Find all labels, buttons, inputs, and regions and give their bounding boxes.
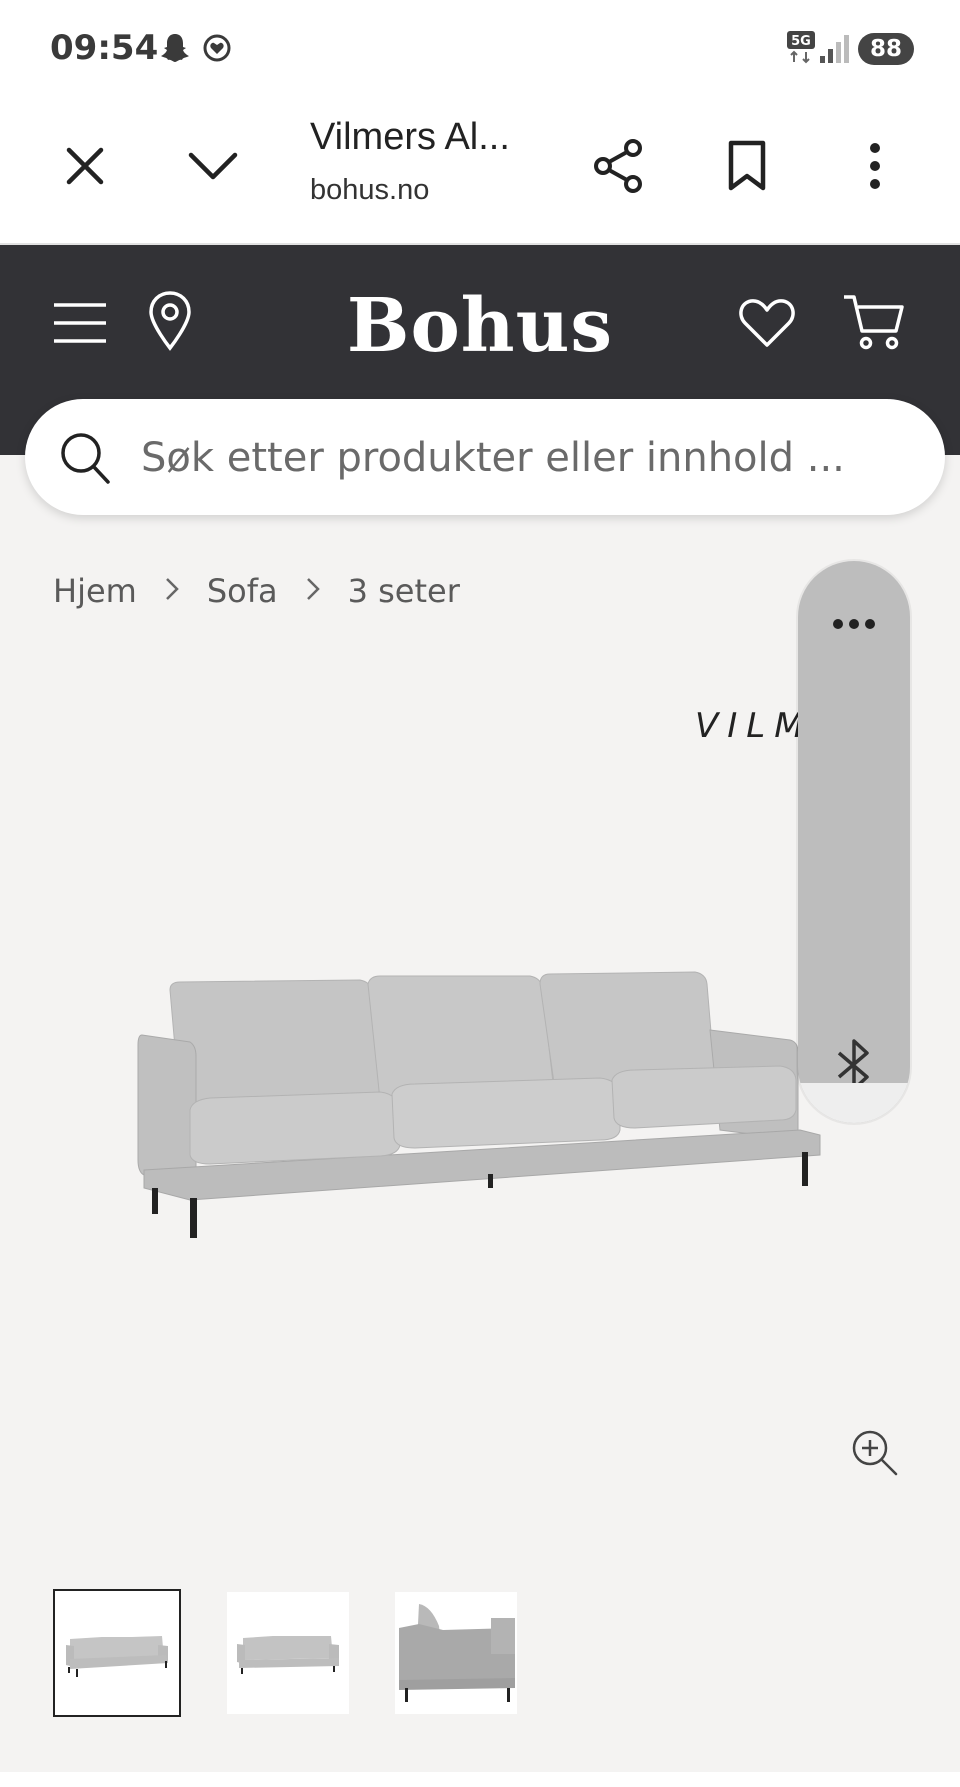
zoom-in-icon [850, 1430, 900, 1482]
overlay-base [798, 1083, 910, 1123]
search-input[interactable] [139, 427, 863, 489]
page-domain: bohus.no [310, 174, 430, 206]
site-logo[interactable]: Bohus [0, 283, 960, 369]
cart-button[interactable] [840, 293, 906, 355]
more-horizontal-icon[interactable] [798, 607, 910, 630]
zoom-button[interactable] [850, 1428, 900, 1483]
more-vertical-icon [868, 141, 882, 196]
svg-text:5G: 5G [791, 34, 811, 49]
close-icon [65, 146, 105, 191]
breadcrumb-item-home[interactable]: Hjem [53, 572, 137, 610]
thumbnail-sofa-front-2[interactable] [227, 1592, 349, 1714]
search-bar [25, 399, 945, 515]
thumbnail-strip [53, 1589, 563, 1717]
chevron-right-icon [165, 574, 179, 609]
browser-toolbar: Vilmers Al... bohus.no [0, 96, 960, 245]
page-title: Vilmers Al... [310, 116, 510, 158]
heart-icon [738, 297, 796, 354]
breadcrumb: Hjem Sofa 3 seter [53, 572, 460, 610]
heart-circle-icon [202, 33, 232, 68]
chevron-right-icon [306, 574, 320, 609]
bookmark-icon [727, 140, 767, 197]
snapchat-icon [160, 32, 190, 69]
network-5g-icon: 5G [786, 30, 816, 69]
bookmark-button[interactable] [715, 136, 779, 200]
thumbnail-sofa-side[interactable] [395, 1592, 517, 1714]
share-button[interactable] [587, 136, 651, 200]
product-brand-mark: VILM [695, 706, 813, 746]
battery-indicator: 88 [858, 33, 914, 65]
thumbnail-sofa-front[interactable] [53, 1589, 181, 1717]
floating-overlay-panel[interactable] [798, 561, 910, 1123]
product-image[interactable] [130, 960, 830, 1245]
cart-icon [842, 293, 904, 356]
wishlist-button[interactable] [736, 295, 798, 355]
signal-bars-icon [818, 34, 850, 69]
bottom-edge [0, 1772, 960, 1787]
chevron-down-icon [188, 151, 238, 186]
share-icon [593, 138, 645, 199]
breadcrumb-item-3-seater: 3 seter [347, 572, 460, 610]
more-options-button[interactable] [843, 136, 907, 200]
breadcrumb-item-sofa[interactable]: Sofa [207, 572, 278, 610]
close-tab-button[interactable] [53, 136, 117, 200]
search-icon [59, 431, 111, 490]
minimize-button[interactable] [181, 136, 245, 200]
status-time: 09:54 [50, 28, 159, 68]
status-bar: 09:54 5G 88 [0, 0, 960, 96]
